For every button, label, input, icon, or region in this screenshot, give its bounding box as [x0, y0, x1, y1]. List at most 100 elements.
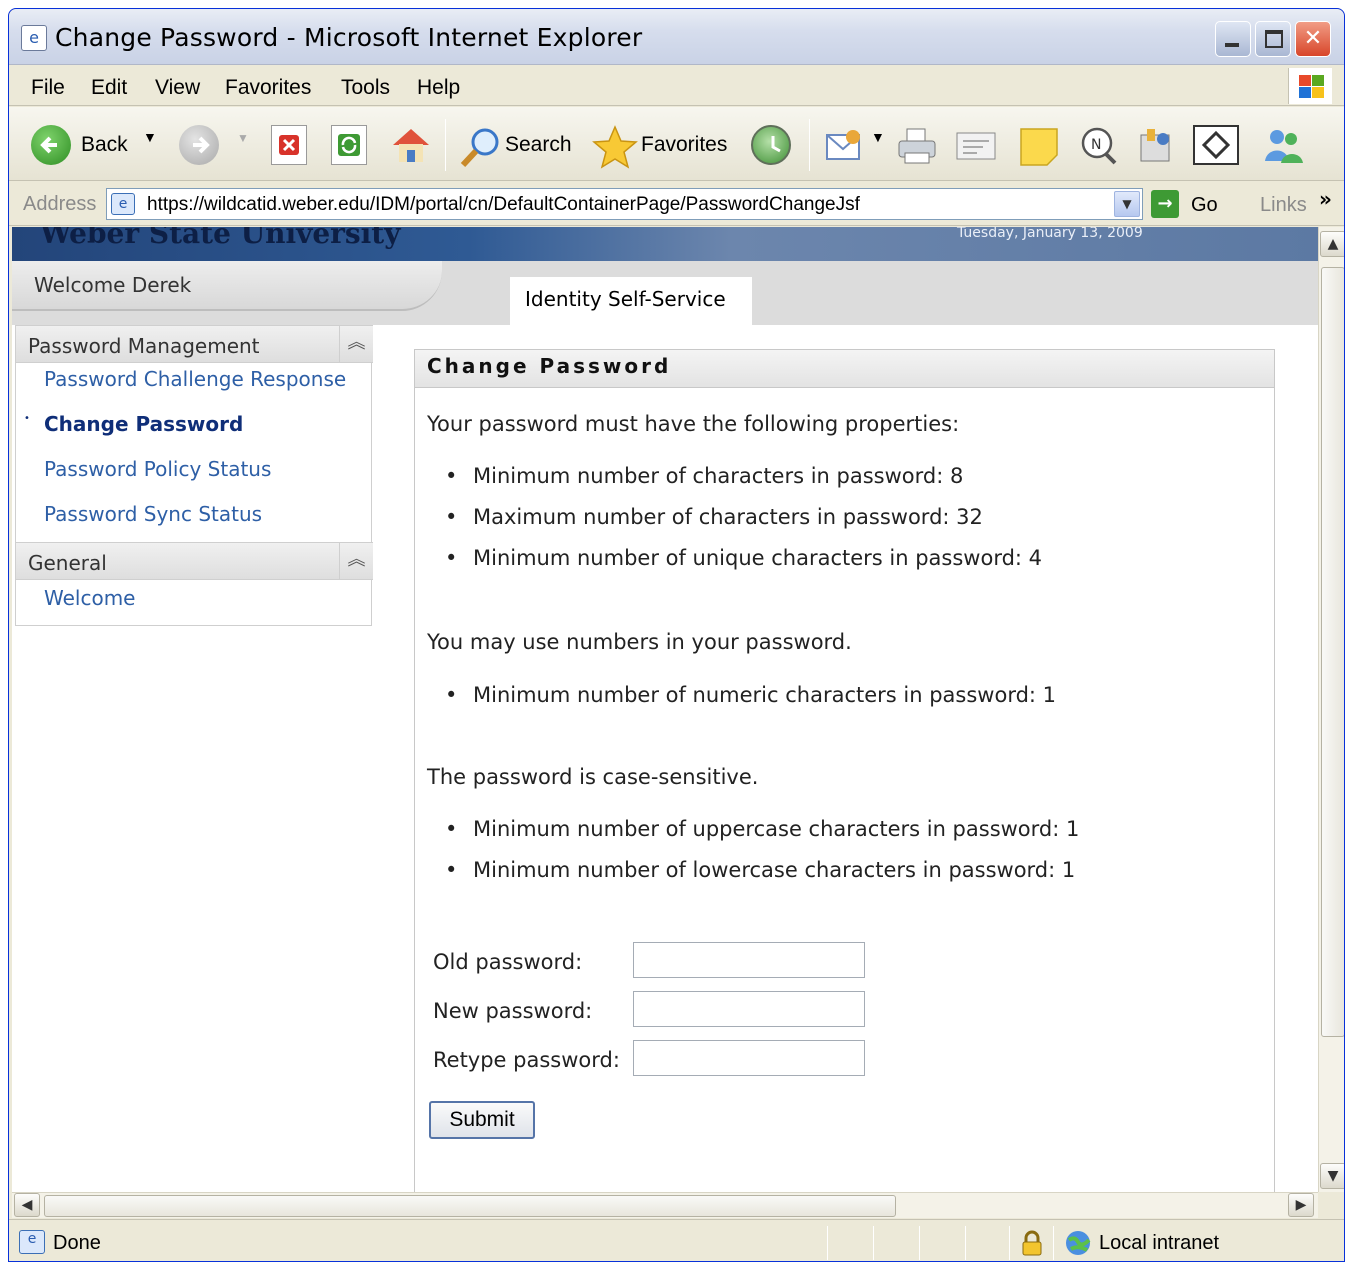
favorites-button-label[interactable]: Favorites	[641, 133, 727, 157]
retype-password-field[interactable]	[633, 1040, 865, 1076]
case-intro: The password is case-sensitive.	[427, 765, 759, 789]
stop-icon[interactable]	[271, 125, 307, 165]
rule-item: Minimum number of numeric characters in …	[445, 683, 1056, 707]
status-separator	[919, 1226, 920, 1260]
sidebar-item-password-challenge-response[interactable]: Password Challenge Response	[44, 367, 346, 391]
messenger-icon[interactable]	[1135, 125, 1179, 165]
section-title: General	[28, 551, 107, 575]
ie-page-icon: e	[21, 25, 47, 51]
maximize-button[interactable]	[1255, 21, 1291, 57]
menu-file[interactable]: File	[31, 76, 65, 100]
diamond-arrow-icon	[1201, 130, 1231, 160]
back-button-label[interactable]: Back	[81, 133, 128, 157]
toolbar-separator	[809, 119, 810, 171]
old-password-label: Old password:	[433, 950, 583, 974]
status-bar: e Done Local intranet	[9, 1219, 1344, 1261]
collapse-chevron-icon[interactable]: ︽	[339, 543, 373, 579]
history-icon[interactable]	[751, 125, 791, 165]
maximize-icon	[1265, 30, 1283, 48]
menu-view[interactable]: View	[155, 76, 200, 100]
address-dropdown-icon[interactable]: ▼	[1114, 191, 1140, 217]
search-button-label[interactable]: Search	[505, 133, 572, 157]
home-icon[interactable]	[389, 125, 433, 165]
intranet-globe-icon	[1066, 1231, 1091, 1255]
menu-bar: File Edit View Favorites Tools Help	[9, 66, 1344, 106]
page-done-icon: e	[19, 1230, 45, 1254]
menu-tools[interactable]: Tools	[341, 76, 390, 100]
research-icon[interactable]: N	[1077, 125, 1121, 165]
scroll-left-icon[interactable]: ◀	[14, 1193, 40, 1217]
address-url[interactable]: https://wildcatid.weber.edu/IDM/portal/c…	[147, 194, 860, 216]
requirements-intro: Your password must have the following pr…	[427, 412, 960, 436]
search-icon[interactable]	[457, 125, 505, 168]
scroll-right-icon[interactable]: ▶	[1288, 1193, 1314, 1217]
back-arrow-icon	[40, 136, 57, 154]
status-separator	[1009, 1226, 1010, 1260]
printer-icon	[898, 128, 936, 164]
banner-title: Weber State University	[40, 227, 401, 250]
tab-label: Identity Self-Service	[525, 287, 726, 311]
menu-edit[interactable]: Edit	[91, 76, 127, 100]
links-chevron-icon[interactable]: »	[1319, 187, 1332, 211]
magnifier-icon	[460, 128, 499, 168]
refresh-arrows-icon	[338, 134, 360, 156]
toolbox-icon	[1140, 129, 1170, 162]
page-viewport: Weber State University Tuesday, January …	[12, 227, 1318, 1192]
sidebar-item-password-sync-status[interactable]: Password Sync Status	[44, 502, 262, 526]
horizontal-scroll-thumb[interactable]	[44, 1195, 896, 1217]
scroll-corner	[1318, 1192, 1344, 1218]
tab-identity-self-service[interactable]: Identity Self-Service	[510, 277, 752, 325]
collapse-chevron-icon[interactable]: ︽	[339, 326, 373, 362]
browser-window: e Change Password - Microsoft Internet E…	[8, 8, 1345, 1262]
submit-button[interactable]: Submit	[429, 1101, 535, 1139]
status-separator	[827, 1226, 828, 1260]
clock-arrow-icon	[771, 136, 781, 153]
vertical-scrollbar[interactable]: ▲ ▼	[1318, 227, 1344, 1192]
back-dropdown-icon[interactable]: ▼	[143, 129, 157, 145]
mail-icon[interactable]	[823, 125, 867, 165]
menu-favorites[interactable]: Favorites	[225, 76, 311, 100]
scroll-up-icon[interactable]: ▲	[1320, 231, 1344, 257]
favorites-star-icon[interactable]	[591, 125, 639, 169]
status-separator	[965, 1226, 966, 1260]
sidebar-section-general[interactable]: General ︽	[16, 542, 373, 580]
university-banner: Weber State University Tuesday, January …	[12, 227, 1318, 261]
address-label: Address	[23, 193, 97, 215]
sidebar: Password Management ︽ Password Challenge…	[15, 325, 373, 626]
edit-icon[interactable]	[953, 125, 1001, 165]
old-password-field[interactable]	[633, 942, 865, 978]
forward-icon[interactable]	[179, 125, 219, 165]
new-password-label: New password:	[433, 999, 593, 1023]
horizontal-scrollbar[interactable]: ◀ ▶	[12, 1192, 1318, 1218]
refresh-icon[interactable]	[331, 125, 367, 165]
sidebar-item-welcome[interactable]: Welcome	[44, 586, 135, 610]
forward-dropdown-icon[interactable]: ▼	[237, 131, 249, 145]
mail-dropdown-icon[interactable]: ▼	[871, 129, 885, 145]
scroll-down-icon[interactable]: ▼	[1320, 1163, 1344, 1189]
close-button[interactable]: ✕	[1295, 21, 1331, 57]
title-bar[interactable]: e Change Password - Microsoft Internet E…	[9, 9, 1344, 65]
links-label[interactable]: Links	[1260, 194, 1307, 217]
status-text: Done	[53, 1232, 101, 1254]
menu-help[interactable]: Help	[417, 76, 460, 100]
minimize-button[interactable]	[1215, 21, 1251, 57]
star-icon	[592, 125, 638, 169]
sidebar-item-change-password[interactable]: Change Password	[44, 412, 243, 436]
welcome-band: Welcome Derek	[12, 261, 442, 311]
tools-extension-icon[interactable]	[1193, 125, 1239, 165]
vertical-scroll-thumb[interactable]	[1321, 267, 1344, 1037]
security-zone-label: Local intranet	[1099, 1232, 1220, 1254]
contacts-icon[interactable]	[1259, 125, 1307, 165]
print-icon[interactable]	[895, 125, 939, 165]
sidebar-section-password-management[interactable]: Password Management ︽	[16, 325, 373, 363]
go-button-label[interactable]: Go	[1191, 194, 1218, 217]
notes-icon[interactable]	[1017, 125, 1061, 166]
address-bar: Address e https://wildcatid.weber.edu/ID…	[9, 182, 1344, 226]
back-icon[interactable]	[31, 125, 71, 165]
rule-item: Maximum number of characters in password…	[445, 505, 983, 529]
go-arrow-icon[interactable]: →	[1151, 190, 1179, 218]
address-field[interactable]: e https://wildcatid.weber.edu/IDM/portal…	[106, 188, 1143, 220]
people-icon	[1265, 130, 1303, 163]
new-password-field[interactable]	[633, 991, 865, 1027]
sidebar-item-password-policy-status[interactable]: Password Policy Status	[44, 457, 271, 481]
